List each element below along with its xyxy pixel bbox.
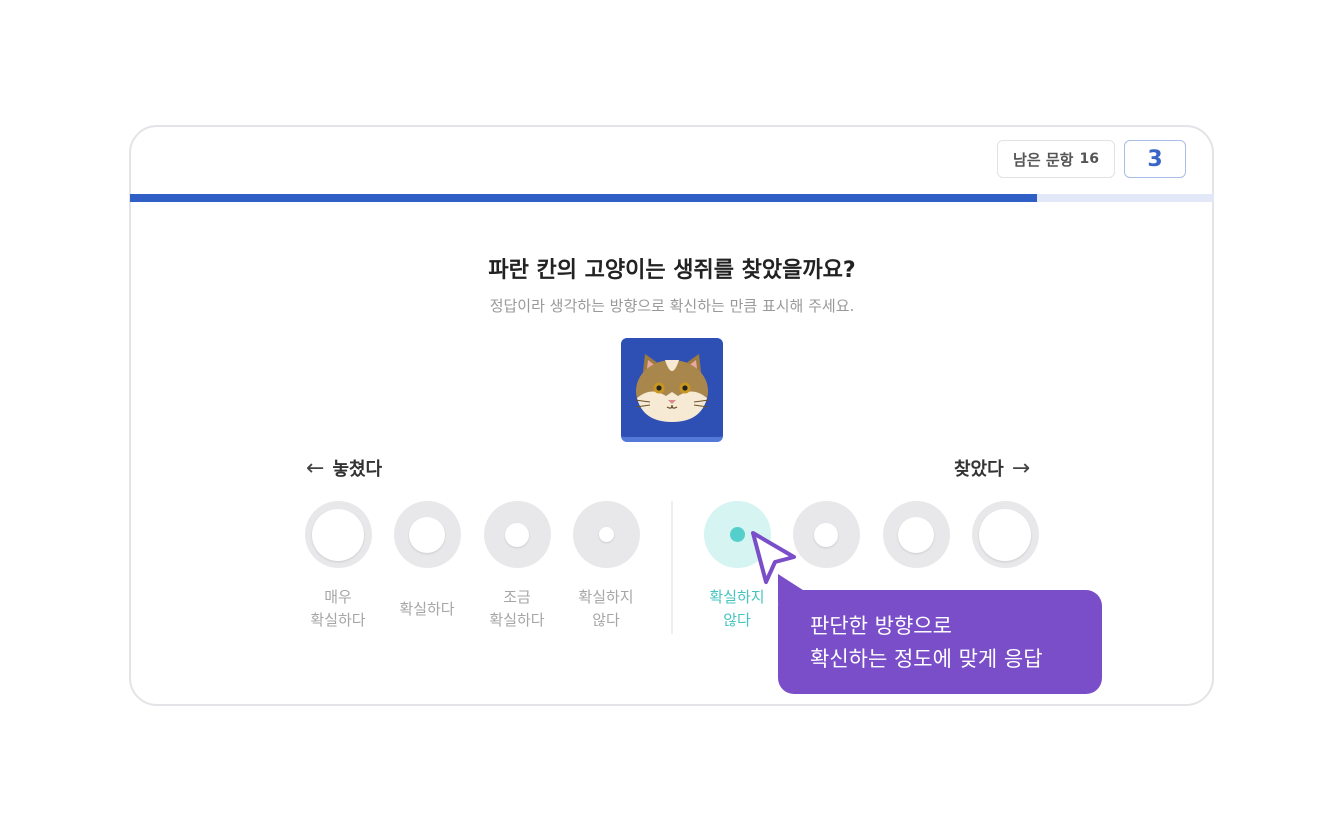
option-dot bbox=[505, 522, 529, 547]
question-number: 3 bbox=[1124, 140, 1186, 178]
right-direction-text: 찾았다 bbox=[954, 459, 1004, 480]
option-left-1[interactable]: 확실하지 않다 bbox=[556, 501, 656, 632]
remaining-count: 16 bbox=[1079, 151, 1099, 167]
hint-tooltip: 판단한 방향으로 확신하는 정도에 맞게 응답 bbox=[778, 590, 1102, 694]
progress-fill bbox=[130, 194, 1038, 202]
option-label: 조금 확실하다 bbox=[489, 588, 545, 629]
option-label: 확실하지 않다 bbox=[709, 588, 765, 629]
option-dot bbox=[729, 527, 745, 542]
option-radio[interactable] bbox=[792, 501, 860, 568]
tooltip-line-2: 확신하는 정도에 맞게 응답 bbox=[810, 647, 1043, 671]
option-radio[interactable] bbox=[572, 501, 640, 568]
right-arrow-icon: → bbox=[1011, 455, 1031, 481]
option-radio[interactable] bbox=[971, 501, 1039, 568]
option-left-2[interactable]: 조금 확실하다 bbox=[467, 501, 567, 632]
left-direction-label: ← 놓쳤다 bbox=[306, 455, 382, 481]
cat-face-icon bbox=[634, 354, 710, 422]
remaining-items-badge: 남은 문항 16 bbox=[997, 140, 1115, 178]
option-label: 확실하다 bbox=[399, 599, 455, 618]
option-dot bbox=[409, 516, 445, 553]
option-radio[interactable] bbox=[483, 501, 551, 568]
left-direction-text: 놓쳤다 bbox=[332, 459, 383, 480]
option-radio[interactable] bbox=[304, 501, 372, 568]
option-dot bbox=[598, 527, 614, 542]
tooltip-line-1: 판단한 방향으로 bbox=[810, 614, 952, 638]
scale-divider bbox=[671, 501, 673, 634]
question-instruction: 정답이라 생각하는 방향으로 확신하는 만큼 표시해 주세요. bbox=[489, 297, 855, 315]
option-radio[interactable] bbox=[393, 501, 461, 568]
pointer-cursor-icon bbox=[751, 531, 796, 584]
option-label: 매우 확실하다 bbox=[310, 588, 366, 629]
remaining-label: 남은 문항 bbox=[1013, 150, 1074, 169]
option-dot bbox=[898, 516, 934, 553]
option-dot bbox=[814, 522, 838, 547]
right-direction-label: 찾았다 → bbox=[954, 455, 1030, 481]
option-dot bbox=[979, 508, 1031, 561]
option-dot bbox=[312, 508, 364, 561]
question-title: 파란 칸의 고양이는 생쥐를 찾았을까요? bbox=[488, 258, 856, 283]
option-label: 확실하지 않다 bbox=[578, 588, 634, 629]
left-arrow-icon: ← bbox=[306, 455, 325, 481]
option-left-3[interactable]: 확실하다 bbox=[377, 501, 477, 632]
option-left-4[interactable]: 매우 확실하다 bbox=[288, 501, 388, 632]
stimulus-tile bbox=[621, 338, 723, 442]
option-radio[interactable] bbox=[882, 501, 950, 568]
progress-bar bbox=[130, 194, 1214, 202]
